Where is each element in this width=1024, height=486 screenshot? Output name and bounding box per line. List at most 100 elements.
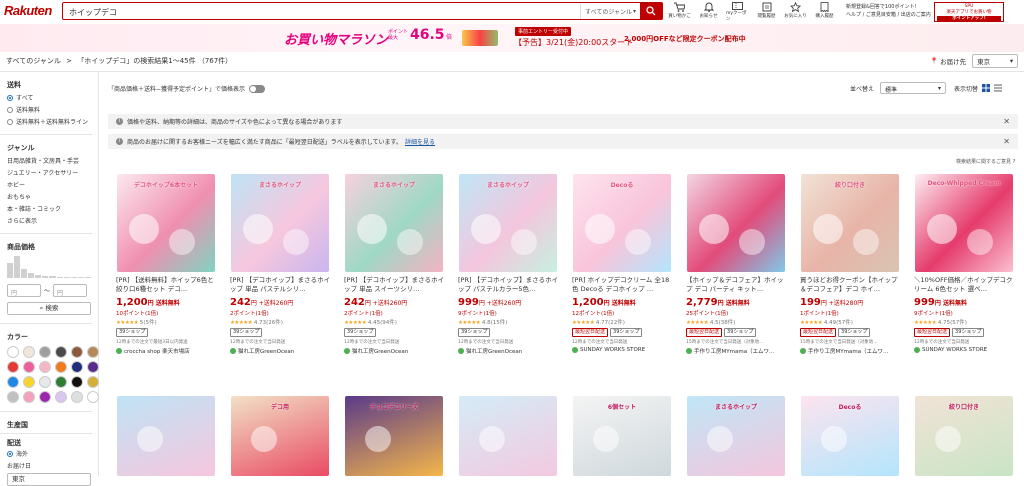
- color-swatch[interactable]: [23, 376, 35, 388]
- signup-link[interactable]: 新規登録&回答で100ポイント!: [846, 3, 931, 11]
- product-rating[interactable]: ★★★★★ 4.75(57件): [914, 318, 1024, 326]
- product-rating[interactable]: ★★★★★ 5(5件): [116, 318, 228, 326]
- color-swatch[interactable]: [7, 391, 19, 403]
- color-swatch[interactable]: [71, 391, 83, 403]
- color-swatch[interactable]: [7, 376, 19, 388]
- color-swatch[interactable]: [7, 346, 19, 358]
- shipping-option-free[interactable]: 送料無料: [7, 105, 98, 114]
- help-links[interactable]: ヘルプ / ご意見目安箱 / 出店のご案内: [846, 11, 931, 19]
- notifications-button[interactable]: お知らせ: [697, 1, 720, 22]
- favorites-button[interactable]: お気に入り: [784, 1, 807, 22]
- genre-link[interactable]: 日用品雑貨・文房具・手芸: [7, 156, 98, 165]
- grid-view-icon[interactable]: [982, 84, 991, 92]
- color-swatch[interactable]: [7, 361, 19, 373]
- color-swatch[interactable]: [55, 361, 67, 373]
- color-swatch[interactable]: [87, 361, 99, 373]
- color-swatch[interactable]: [55, 346, 67, 358]
- cart-button[interactable]: 買い物かご: [668, 1, 691, 22]
- genre-link[interactable]: ホビー: [7, 180, 98, 189]
- history-button[interactable]: 閲覧履歴: [755, 1, 778, 22]
- sort-select[interactable]: 標準 ▾: [880, 82, 947, 94]
- search-input[interactable]: ホイップデコ: [63, 3, 580, 19]
- color-swatch[interactable]: [55, 376, 67, 388]
- color-swatch[interactable]: [23, 346, 35, 358]
- product-title[interactable]: [PR] 【デコホイップ】まさるホイップ パステルカラー5色…: [458, 276, 560, 294]
- product-image[interactable]: Decoる: [801, 396, 899, 476]
- app-banner[interactable]: SPU 楽天アプリでお買い物 ポイントアップ!: [934, 2, 1004, 22]
- product-card[interactable]: まさるホイップ: [686, 396, 798, 476]
- product-title[interactable]: ＼10%OFF価格／ホイップデコクリーム 6色セット 選べ…: [914, 276, 1016, 294]
- product-card[interactable]: 6個セット: [572, 396, 684, 476]
- product-card[interactable]: Decoる: [800, 396, 912, 476]
- promo-banner[interactable]: お買い物マラソン ポイント最大 46.5 倍 事前エントリー受付中 【予告】3/…: [0, 24, 1024, 52]
- product-image[interactable]: デコ用: [231, 396, 329, 476]
- product-rating[interactable]: ★★★★★ 4.8(15件): [458, 318, 570, 326]
- product-card[interactable]: 【ホイップ＆デコフェア】ホイップ デコ パーティ キット… 2,779円 送料無料…: [686, 174, 798, 394]
- search-button[interactable]: [640, 3, 662, 19]
- product-image[interactable]: 絞り口付き: [801, 174, 899, 272]
- product-card[interactable]: Decoる [PR] ホイップデコクリーム 全18色 Decoる デコホイップ ……: [572, 174, 684, 394]
- breadcrumb-root[interactable]: すべてのジャンル: [6, 57, 61, 65]
- shipping-option-all[interactable]: すべて: [7, 93, 98, 102]
- color-swatch[interactable]: [71, 346, 83, 358]
- shipping-select[interactable]: 東京 ▾: [972, 54, 1019, 68]
- product-image[interactable]: [117, 396, 215, 476]
- product-title[interactable]: [PR] 【送料無料】ホイップ6色と絞り口6種セット デコ…: [116, 276, 218, 294]
- product-image[interactable]: [687, 174, 785, 272]
- price-toggle[interactable]: [249, 84, 266, 93]
- product-card[interactable]: [458, 396, 570, 476]
- product-rating[interactable]: ★★★★★ 4.49(57件): [800, 318, 912, 326]
- product-title[interactable]: 買うほどお得クーポン【ホイップ＆デコフェア】デコ ホイ…: [800, 276, 902, 294]
- close-icon[interactable]: ✕: [1003, 137, 1010, 146]
- genre-link[interactable]: 本・雑誌・コミック: [7, 204, 98, 213]
- product-image[interactable]: 絞り口付き: [915, 396, 1013, 476]
- color-swatch[interactable]: [39, 376, 51, 388]
- product-image[interactable]: まさるホイップ: [231, 174, 329, 272]
- product-rating[interactable]: ★★★★★ 4.45(94件): [344, 318, 456, 326]
- product-image[interactable]: [459, 396, 557, 476]
- product-image[interactable]: まさるホイップ: [687, 396, 785, 476]
- color-swatch[interactable]: [71, 361, 83, 373]
- product-card[interactable]: まさるホイップ [PR] 【デコホイップ】まさるホイップ 単品 パステルシリ… 24…: [230, 174, 342, 394]
- product-image[interactable]: Deco-Whipped Cream: [915, 174, 1013, 272]
- genre-select[interactable]: すべてのジャンル ▾: [580, 3, 640, 19]
- price-max-input[interactable]: 円: [53, 284, 88, 297]
- product-shop[interactable]: SUNDAY WORKS STORE: [572, 347, 676, 353]
- notice-detail-link[interactable]: 詳細を見る: [405, 137, 435, 146]
- product-image[interactable]: デコホイップ6本セット: [117, 174, 215, 272]
- product-card[interactable]: チョコデコリーズ: [344, 396, 456, 476]
- purchase-history-button[interactable]: 購入履歴: [813, 1, 836, 22]
- color-swatch[interactable]: [55, 391, 67, 403]
- product-title[interactable]: [PR] 【デコホイップ】まさるホイップ 単品 パステルシリ…: [230, 276, 332, 294]
- product-rating[interactable]: ★★★★★ 4.5(38件): [686, 318, 798, 326]
- product-card[interactable]: [116, 396, 228, 476]
- product-card[interactable]: Deco-Whipped Cream ＼10%OFF価格／ホイップデコクリーム 6…: [914, 174, 1024, 394]
- color-swatch[interactable]: [87, 391, 99, 403]
- product-image[interactable]: 6個セット: [573, 396, 671, 476]
- close-icon[interactable]: ✕: [1003, 117, 1010, 126]
- product-card[interactable]: まさるホイップ [PR] 【デコホイップ】まさるホイップ 単品 スイーツシリ… 24…: [344, 174, 456, 394]
- product-shop[interactable]: SUNDAY WORKS STORE: [914, 347, 1018, 353]
- color-swatch[interactable]: [39, 361, 51, 373]
- product-rating[interactable]: ★★★★★ 4.73(26件): [230, 318, 342, 326]
- price-min-input[interactable]: 円: [7, 284, 41, 297]
- product-shop[interactable]: 手作り工房MYmama（エムワ…: [800, 347, 904, 355]
- color-swatch[interactable]: [87, 346, 99, 358]
- rakuten-logo[interactable]: Rakuten: [4, 3, 52, 18]
- coupon-button[interactable]: myクーポン: [726, 1, 749, 22]
- color-swatch[interactable]: [39, 346, 51, 358]
- product-card[interactable]: 絞り口付き 買うほどお得クーポン【ホイップ＆デコフェア】デコ ホイ… 199円 +送…: [800, 174, 912, 394]
- product-image[interactable]: チョコデコリーズ: [345, 396, 443, 476]
- delivery-place-select[interactable]: 東京: [7, 473, 91, 486]
- feedback-link[interactable]: 検索結果に関するご意見 ?: [956, 158, 1015, 165]
- color-swatch[interactable]: [71, 376, 83, 388]
- show-more-link[interactable]: さらに表示: [7, 216, 98, 225]
- product-image[interactable]: まさるホイップ: [345, 174, 443, 272]
- delivery-option[interactable]: 海外: [7, 449, 98, 458]
- product-shop[interactable]: 猫れ工房GreenOcean: [458, 347, 562, 355]
- product-shop[interactable]: croccha shop 楽天市場店: [116, 347, 220, 355]
- genre-link[interactable]: ジュエリー・アクセサリー: [7, 168, 98, 177]
- product-image[interactable]: Decoる: [573, 174, 671, 272]
- genre-link[interactable]: おもちゃ: [7, 192, 98, 201]
- color-swatch[interactable]: [39, 391, 51, 403]
